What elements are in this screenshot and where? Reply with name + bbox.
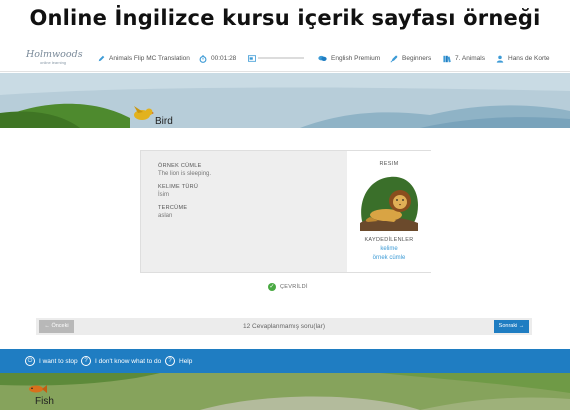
rocket-icon [390,55,398,62]
translated-label: ÇEVRİLDİ [280,284,308,290]
stop-icon: ⏻ [25,356,35,366]
dont-know-label: I don't know what to do [95,357,162,365]
lesson-progress-bar [258,57,304,59]
saved-label: KAYDEDİLENLER [364,237,414,243]
dont-know-button[interactable]: ? I don't know what to do [81,356,161,366]
word-card: ÖRNEK CÜMLE The lion is sleeping. KELIME… [140,150,431,273]
fish-icon [29,385,47,393]
unit-item: 7. Animals [443,53,485,64]
level-item: Beginners [390,53,431,64]
stopwatch-icon [199,54,207,63]
timer-item: 00:01:28 [199,53,236,64]
lesson-title-item: Animals Flip MC Translation [98,53,190,64]
bottom-landscape-illustration [0,373,570,410]
page-title: Online İngilizce kursu içerik sayfası ör… [29,6,541,30]
landscape-banner [0,73,570,128]
logo-text: Holmwoods [26,49,83,60]
progress-icon [248,55,256,62]
help-label: Help [179,357,193,365]
help-bar: ⏻ I want to stop ? I don't know what to … [0,349,570,373]
example-sentence-value: The lion is sleeping. [158,171,212,177]
question-navigation: 12 Cevaplanmamış soru(lar) ← Önceki Sonr… [36,318,532,335]
word-type-label: KELIME TÜRÜ [158,184,199,190]
stop-label: I want to stop [39,357,78,365]
translation-value: aslan [158,213,173,219]
unanswered-count: 12 Cevaplanmamış soru(lar) [242,323,325,330]
user-icon [496,55,504,63]
level-name: Beginners [402,55,432,62]
course-name: English Premium [331,55,381,62]
stop-button[interactable]: ⏻ I want to stop [25,356,78,366]
fish-label: Fish [35,396,54,407]
unit-name: 7. Animals [455,55,485,62]
next-button[interactable]: Sonraki → [494,320,529,333]
logo-subtext: online learning [40,60,67,65]
check-icon: ✓ [268,283,276,291]
example-sentence-label: ÖRNEK CÜMLE [158,163,202,169]
bird-label: Bird [155,116,173,127]
translation-label: TERCÜME [158,205,188,211]
image-label: RESIM [379,161,399,167]
user-menu[interactable]: Hans de Korte [496,53,550,64]
pencil-icon [98,55,105,62]
bottom-landscape-banner [0,373,570,410]
user-name: Hans de Korte [508,55,550,62]
course-item: English Premium [318,53,380,64]
previous-button[interactable]: ← Önceki [39,320,74,333]
translated-status: ✓ ÇEVRİLDİ [268,283,308,291]
chat-icon [318,55,327,61]
saved-word-link[interactable]: kelime [347,246,431,252]
help-icon: ? [165,356,175,366]
lesson-title: Animals Flip MC Translation [109,55,190,62]
question-icon: ? [81,356,91,366]
holmwoods-logo[interactable]: Holmwoods online learning [26,49,83,69]
bird-icon [134,106,154,120]
books-icon [443,55,451,62]
help-button[interactable]: ? Help [165,356,192,366]
word-type-value: İsim [158,192,169,198]
image-panel: RESIM KAYDEDİLENLER kelime örnek cümle [347,151,431,272]
saved-sentence-link[interactable]: örnek cümle [347,255,431,261]
landscape-illustration [0,73,570,128]
timer-value: 00:01:28 [211,55,237,62]
word-details: ÖRNEK CÜMLE The lion is sleeping. KELIME… [141,151,347,272]
lion-image [360,176,418,231]
